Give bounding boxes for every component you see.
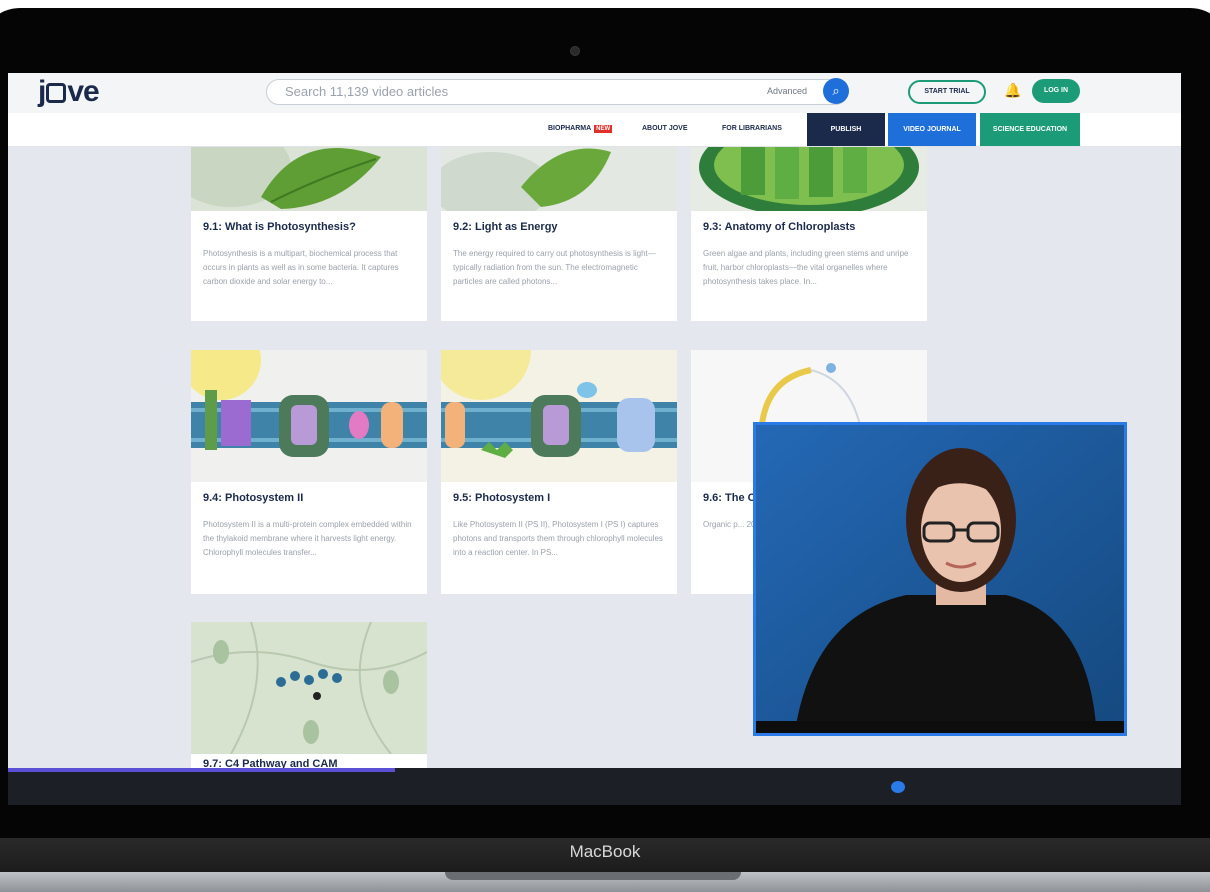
card-description: Photosystem II is a multi-protein comple… bbox=[203, 520, 412, 557]
search-placeholder: Search 11,139 video articles bbox=[285, 84, 449, 99]
video-progress-bar[interactable] bbox=[8, 768, 395, 772]
laptop-notch bbox=[445, 872, 741, 880]
video-card[interactable]: 9.7: C4 Pathway and CAM bbox=[191, 622, 427, 768]
nav-librarians[interactable]: FOR LIBRARIANS bbox=[722, 125, 782, 132]
search-icon[interactable]: ⌕ bbox=[823, 78, 849, 104]
card-thumbnail bbox=[691, 147, 927, 211]
nav-about[interactable]: ABOUT JOVE bbox=[642, 125, 688, 132]
card-thumbnail bbox=[441, 350, 677, 482]
search-input[interactable]: Search 11,139 video articles Advanced ⌕ bbox=[266, 78, 849, 105]
card-title: 9.6: The C bbox=[703, 492, 756, 504]
jove-logo[interactable]: j ve bbox=[38, 75, 100, 109]
publish-button[interactable]: PUBLISH bbox=[807, 113, 885, 146]
notification-icon[interactable]: 🔔 bbox=[1004, 82, 1021, 99]
nav-biopharma[interactable]: BIOPHARMA NEW bbox=[548, 125, 613, 133]
camera-icon bbox=[570, 46, 580, 56]
card-description: Green algae and plants, including green … bbox=[703, 249, 909, 286]
card-thumbnail bbox=[191, 147, 427, 211]
video-player-bar[interactable] bbox=[8, 768, 1181, 805]
nav-biopharma-label: BIOPHARMA bbox=[548, 125, 592, 132]
video-card[interactable]: 9.2: Light as Energy The energy required… bbox=[441, 147, 677, 321]
card-title: 9.7: C4 Pathway and CAM bbox=[203, 758, 338, 768]
login-button[interactable]: LOG IN bbox=[1032, 79, 1080, 103]
card-thumbnail bbox=[191, 350, 427, 482]
advanced-search-link[interactable]: Advanced bbox=[767, 86, 807, 96]
video-journal-button[interactable]: VIDEO JOURNAL bbox=[888, 113, 976, 146]
video-card[interactable]: 9.4: Photosystem II Photosystem II is a … bbox=[191, 350, 427, 594]
card-title: 9.1: What is Photosynthesis? bbox=[203, 221, 356, 233]
video-card[interactable]: 9.5: Photosystem I Like Photosystem II (… bbox=[441, 350, 677, 594]
screen: j ve Search 11,139 video articles Advance… bbox=[8, 73, 1181, 805]
card-title: 9.3: Anatomy of Chloroplasts bbox=[703, 221, 856, 233]
video-card[interactable]: 9.3: Anatomy of Chloroplasts Green algae… bbox=[691, 147, 927, 321]
macbook-label: MacBook bbox=[569, 842, 641, 861]
webcam-overlay bbox=[753, 422, 1127, 736]
card-thumbnail bbox=[191, 622, 427, 754]
card-thumbnail bbox=[441, 147, 677, 211]
science-education-button[interactable]: SCIENCE EDUCATION bbox=[980, 113, 1080, 146]
start-trial-button[interactable]: START TRIAL bbox=[908, 80, 986, 104]
new-badge: NEW bbox=[594, 125, 613, 133]
card-description: Like Photosystem II (PS II), Photosystem… bbox=[453, 520, 663, 557]
card-description: The energy required to carry out photosy… bbox=[453, 249, 656, 286]
header: j ve Search 11,139 video articles Advance… bbox=[8, 73, 1181, 113]
card-title: 9.2: Light as Energy bbox=[453, 221, 558, 233]
card-description: Photosynthesis is a multipart, biochemic… bbox=[203, 249, 399, 286]
captions-icon[interactable] bbox=[891, 781, 905, 793]
card-title: 9.4: Photosystem II bbox=[203, 492, 304, 504]
card-title: 9.5: Photosystem I bbox=[453, 492, 551, 504]
video-card[interactable]: 9.1: What is Photosynthesis? Photosynthe… bbox=[191, 147, 427, 321]
presenter-video bbox=[756, 425, 1124, 733]
